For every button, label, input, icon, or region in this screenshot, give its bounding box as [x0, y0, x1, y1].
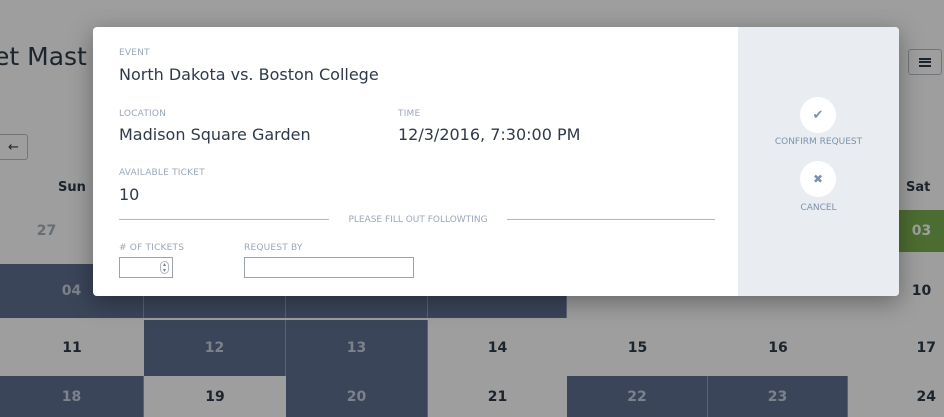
confirm-request-button[interactable]: ✔: [800, 97, 836, 133]
time-label: TIME: [398, 109, 421, 119]
stepper-icon[interactable]: ▴ ▾: [160, 261, 169, 274]
event-value: North Dakota vs. Boston College: [119, 65, 379, 84]
available-ticket-label: AVAILABLE TICKET: [119, 168, 205, 178]
available-ticket-value: 10: [119, 185, 140, 204]
check-icon: ✔: [812, 107, 824, 123]
divider-left: [119, 219, 329, 220]
divider-right: [507, 219, 715, 220]
divider-text: PLEASE FILL OUT FOLLOWTING: [348, 215, 488, 225]
ticket-request-modal: EVENT North Dakota vs. Boston College LO…: [93, 27, 899, 296]
location-label: LOCATION: [119, 109, 167, 119]
cancel-label[interactable]: CANCEL: [738, 203, 899, 213]
tickets-count-label: # OF TICKETS: [119, 243, 185, 253]
tickets-count-input[interactable]: ▴ ▾: [119, 257, 173, 278]
request-by-input[interactable]: [244, 257, 414, 278]
request-by-label: REQUEST BY: [244, 243, 303, 253]
event-label: EVENT: [119, 48, 150, 58]
cancel-button[interactable]: ✖: [800, 161, 836, 197]
time-value: 12/3/2016, 7:30:00 PM: [398, 125, 581, 144]
location-value: Madison Square Garden: [119, 125, 311, 144]
close-icon: ✖: [812, 172, 824, 186]
modal-actions-panel: ✔ CONFIRM REQUEST ✖ CANCEL: [738, 27, 899, 296]
confirm-request-label[interactable]: CONFIRM REQUEST: [738, 137, 899, 147]
